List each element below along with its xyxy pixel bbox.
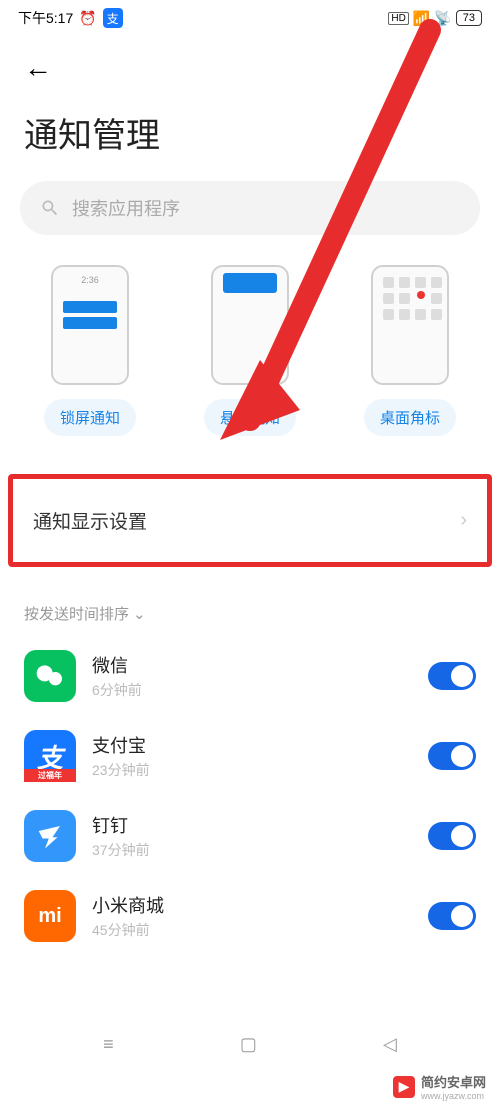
type-lockscreen[interactable]: 锁屏通知 xyxy=(44,265,136,436)
alipay-icon: 支 过福年 xyxy=(24,730,76,782)
notification-display-settings-row[interactable]: 通知显示设置 › xyxy=(8,474,492,567)
hd-icon: HD xyxy=(388,12,408,25)
app-subtitle: 23分钟前 xyxy=(92,760,412,780)
search-input[interactable]: 搜索应用程序 xyxy=(20,181,480,235)
wifi-icon: 📡 xyxy=(434,10,451,27)
app-row-wechat[interactable]: 微信 6分钟前 xyxy=(0,636,500,716)
system-nav-bar: ≡ ▢ ◁ xyxy=(0,1026,500,1063)
app-row-xiaomi[interactable]: mi 小米商城 45分钟前 xyxy=(0,876,500,956)
chevron-right-icon: › xyxy=(460,509,467,532)
watermark-icon: ▶ xyxy=(393,1076,415,1098)
type-floating-label: 悬浮通知 xyxy=(204,399,296,436)
type-lockscreen-label: 锁屏通知 xyxy=(44,399,136,436)
battery-icon: 73 xyxy=(456,10,482,26)
sort-dropdown[interactable]: 按发送时间排序 ⌄ xyxy=(0,567,500,636)
app-toggle[interactable] xyxy=(428,662,476,690)
search-icon xyxy=(40,198,60,218)
xiaomi-icon: mi xyxy=(24,890,76,942)
app-name: 微信 xyxy=(92,652,412,678)
status-bar: 下午5:17 ⏰ 支 HD 📶 📡 73 xyxy=(0,0,500,32)
app-subtitle: 6分钟前 xyxy=(92,680,412,700)
app-row-alipay[interactable]: 支 过福年 支付宝 23分钟前 xyxy=(0,716,500,796)
alipay-status-icon: 支 xyxy=(103,8,123,28)
chevron-down-icon: ⌄ xyxy=(133,605,146,623)
type-badge-label: 桌面角标 xyxy=(364,399,456,436)
notification-types-row: 锁屏通知 悬浮通知 桌面角标 xyxy=(0,235,500,446)
nav-recents-icon[interactable]: ≡ xyxy=(103,1034,114,1055)
status-time: 下午5:17 xyxy=(18,8,73,28)
page-title: 通知管理 xyxy=(0,92,500,181)
badge-preview-icon xyxy=(371,265,449,385)
app-toggle[interactable] xyxy=(428,742,476,770)
app-toggle[interactable] xyxy=(428,902,476,930)
nav-back-icon[interactable]: ◁ xyxy=(383,1034,397,1055)
floating-preview-icon xyxy=(211,265,289,385)
watermark: ▶ 简约安卓网 www.jyazw.com xyxy=(393,1072,486,1101)
app-row-dingtalk[interactable]: 钉钉 37分钟前 xyxy=(0,796,500,876)
app-name: 钉钉 xyxy=(92,812,412,838)
watermark-url: www.jyazw.com xyxy=(421,1091,486,1101)
dingtalk-icon xyxy=(24,810,76,862)
alarm-icon: ⏰ xyxy=(79,10,96,27)
type-badge[interactable]: 桌面角标 xyxy=(364,265,456,436)
notification-display-settings-label: 通知显示设置 xyxy=(33,507,147,534)
lockscreen-preview-icon xyxy=(51,265,129,385)
app-subtitle: 37分钟前 xyxy=(92,840,412,860)
signal-icon: 📶 xyxy=(413,10,430,27)
sort-label: 按发送时间排序 xyxy=(24,603,129,624)
app-name: 支付宝 xyxy=(92,732,412,758)
app-name: 小米商城 xyxy=(92,892,412,918)
watermark-text: 简约安卓网 xyxy=(421,1072,486,1091)
nav-home-icon[interactable]: ▢ xyxy=(240,1034,257,1055)
type-floating[interactable]: 悬浮通知 xyxy=(204,265,296,436)
app-toggle[interactable] xyxy=(428,822,476,850)
app-list: 微信 6分钟前 支 过福年 支付宝 23分钟前 钉钉 37分钟前 mi 小米商城 xyxy=(0,636,500,956)
wechat-icon xyxy=(24,650,76,702)
app-subtitle: 45分钟前 xyxy=(92,920,412,940)
back-button[interactable]: ← xyxy=(0,32,500,92)
search-placeholder: 搜索应用程序 xyxy=(72,195,180,221)
